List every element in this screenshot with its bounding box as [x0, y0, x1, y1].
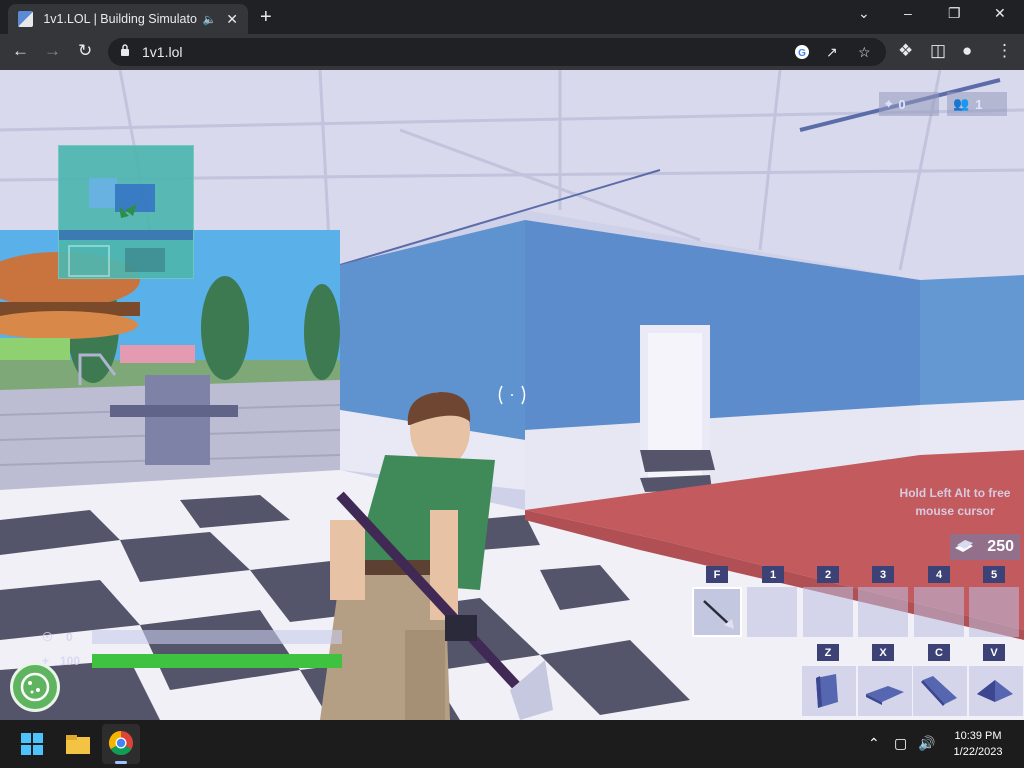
hotbar-key-2: 2 — [817, 566, 839, 583]
side-panel-icon[interactable]: ◫ — [930, 41, 946, 61]
tab-title: 1v1.LOL | Building Simulator, — [43, 12, 197, 26]
clock-time: 10:39 PM — [954, 730, 1002, 742]
extensions-puzzle-icon[interactable]: ❖ — [898, 41, 913, 61]
alt-cursor-hint: Hold Left Alt to free mouse cursor — [899, 486, 1011, 518]
players-value: 1 — [975, 96, 983, 112]
shield-bar — [92, 630, 342, 644]
svg-text:G: G — [798, 48, 806, 59]
cookie-icon — [20, 672, 50, 702]
active-app-indicator — [115, 761, 127, 764]
browser-tab-bar: 1v1.LOL | Building Simulator, 🔈 ✕ + ⌄ – … — [0, 0, 1024, 34]
hotbar-slot-4[interactable] — [914, 587, 964, 637]
browser-tab[interactable]: 1v1.LOL | Building Simulator, 🔈 ✕ — [8, 4, 248, 34]
windows-start-icon[interactable] — [16, 728, 48, 760]
build-slot-floor[interactable] — [858, 666, 912, 716]
file-explorer-icon[interactable] — [62, 728, 94, 760]
health-value: 100 — [60, 654, 81, 668]
bookmark-star-icon[interactable]: ☆ — [858, 44, 871, 61]
more-menu-icon[interactable]: ⋮ — [996, 41, 1013, 61]
hotbar-slot-pickaxe[interactable] — [692, 587, 742, 637]
build-key-c: C — [928, 644, 950, 661]
clock-date: 1/22/2023 — [953, 746, 1003, 758]
crosshair-icon — [498, 385, 526, 405]
minimap-layout — [59, 178, 193, 277]
google-lens-icon[interactable]: G — [794, 44, 810, 63]
system-clock[interactable]: 10:39 PM 1/22/2023 — [948, 728, 1008, 760]
players-counter: 👥 1 — [947, 92, 1007, 116]
share-icon[interactable]: ↗ — [826, 44, 838, 61]
hotbar-slot-1[interactable] — [747, 587, 797, 637]
network-icon[interactable]: ▢ — [894, 735, 907, 752]
build-key-v: V — [983, 644, 1005, 661]
volume-icon[interactable]: 🔊 — [918, 735, 935, 752]
back-arrow-icon[interactable]: ← — [12, 41, 29, 61]
hotbar-slot-2[interactable] — [803, 587, 853, 637]
hotbar-key-5: 5 — [983, 566, 1005, 583]
chrome-taskbar-item[interactable] — [102, 724, 140, 764]
shield-icon: ☉ — [42, 630, 53, 644]
roof-icon — [977, 680, 1013, 702]
maximize-button[interactable]: ❐ — [948, 5, 961, 22]
crosshair-target-icon: ⌖ — [885, 96, 893, 111]
wall-icon — [816, 674, 838, 708]
eliminations-counter: ⌖ 0 — [879, 92, 939, 116]
minimap — [58, 145, 194, 279]
hotbar-key-f: F — [706, 566, 728, 583]
eliminations-value: 0 — [898, 96, 906, 112]
close-window-button[interactable]: ✕ — [994, 5, 1006, 22]
profile-avatar-icon[interactable]: ● — [962, 41, 972, 61]
chevron-up-icon[interactable]: ⌃ — [868, 735, 880, 752]
pickaxe-icon — [703, 600, 734, 629]
build-key-x: X — [872, 644, 894, 661]
build-slot-roof[interactable] — [969, 666, 1023, 716]
health-bar — [92, 654, 342, 668]
forward-arrow-icon[interactable]: → — [44, 41, 61, 61]
browser-toolbar: ← → ↻ 1v1.lol G ↗ ☆ ❖ ◫ ● ⋮ — [0, 34, 1024, 70]
hotbar-slot-3[interactable] — [858, 587, 908, 637]
players-group-icon: 👥 — [953, 96, 970, 111]
windows-taskbar: ⌃ ▢ 🔊 10:39 PM 1/22/2023 — [0, 720, 1024, 768]
site-favicon-icon — [18, 11, 34, 27]
reload-icon[interactable]: ↻ — [78, 41, 92, 61]
build-key-z: Z — [817, 644, 839, 661]
tab-search-button[interactable]: ⌄ — [858, 5, 870, 22]
hotbar-key-4: 4 — [928, 566, 950, 583]
url-text: 1v1.lol — [142, 44, 183, 60]
close-icon[interactable]: ✕ — [226, 11, 238, 28]
health-bar-fill — [92, 654, 342, 668]
new-tab-button[interactable]: + — [260, 6, 272, 29]
hotbar-key-1: 1 — [762, 566, 784, 583]
minimize-button[interactable]: – — [904, 5, 912, 21]
materials-stack-icon — [955, 540, 973, 552]
hotbar-key-3: 3 — [872, 566, 894, 583]
cookie-settings-button[interactable] — [10, 662, 60, 712]
address-bar[interactable]: 1v1.lol G ↗ ☆ — [108, 38, 886, 66]
shield-value: 0 — [66, 630, 73, 644]
speaker-icon[interactable]: 🔈 — [203, 13, 217, 26]
chrome-icon — [108, 731, 133, 756]
ramp-icon — [921, 676, 957, 706]
game-viewport[interactable]: ⌖ 0 👥 1 Hold Left Alt to free mouse curs… — [0, 70, 1024, 720]
build-slot-wall[interactable] — [802, 666, 856, 716]
materials-counter: 250 — [950, 534, 1020, 560]
floor-icon — [866, 686, 904, 705]
hotbar-slot-5[interactable] — [969, 587, 1019, 637]
lock-icon — [121, 44, 129, 56]
build-slot-ramp[interactable] — [913, 666, 967, 716]
materials-value: 250 — [987, 538, 1014, 555]
